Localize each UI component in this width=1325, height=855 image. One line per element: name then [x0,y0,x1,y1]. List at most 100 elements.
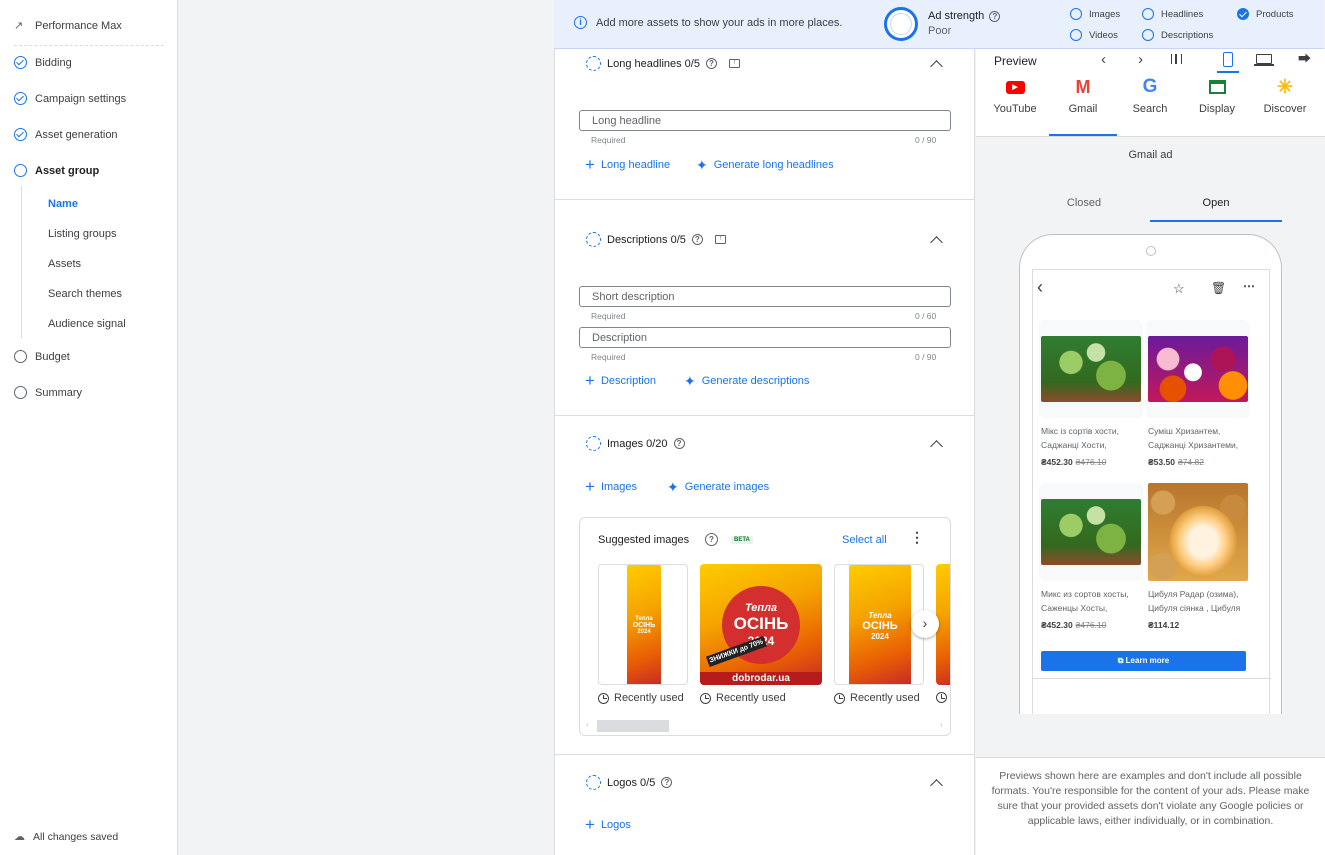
poster-text: 2024 [871,631,889,641]
scrollbar-thumb[interactable] [597,720,669,732]
product-card-2[interactable] [1146,320,1250,418]
help-icon[interactable]: ? [691,234,703,245]
product-title: Суміш Хризантем, [1148,426,1221,436]
checked-circle-icon [1237,8,1249,20]
history-icon [598,692,609,704]
suggested-image-2[interactable]: Тепла ОСІНЬ 2024 ЗНИЖКИ до 70% dobrodar.… [700,564,822,685]
preview-panel: Preview ‹ › ⮕ ▶ YouTube M Gmail G Search… [976,49,1325,855]
add-description-button[interactable]: + Description [585,372,656,389]
channel-display[interactable]: Display [1183,77,1251,115]
substep-name[interactable]: Name [48,198,78,210]
desktop-device-icon[interactable] [1256,54,1272,64]
star-icon[interactable]: ☆ [1173,281,1185,296]
check-descriptions[interactable]: Descriptions [1142,29,1213,41]
back-arrow-icon[interactable]: ‹ [1037,278,1043,296]
check-label: Images [1089,8,1121,20]
substep-listing-groups[interactable]: Listing groups [48,228,117,240]
next-arrow-icon[interactable]: › [1138,52,1143,67]
check-images[interactable]: Images [1070,8,1120,20]
help-icon[interactable]: ? [705,533,718,546]
empty-circle-icon [14,350,27,363]
description-input[interactable]: Description [579,327,951,348]
channel-search[interactable]: G Search [1116,76,1184,115]
long-headline-input[interactable]: Long headline [579,110,951,131]
tab-open[interactable]: Open [1150,197,1282,209]
select-all-button[interactable]: Select all [842,534,887,546]
more-horiz-icon[interactable]: ⋯ [1243,279,1255,294]
substep-search-themes[interactable]: Search themes [48,288,122,300]
add-long-headline-button[interactable]: + Long headline [585,156,670,173]
horizontal-scrollbar[interactable]: ‹ › [580,716,950,735]
check-videos[interactable]: Videos [1070,29,1118,41]
tab-closed[interactable]: Closed [1050,197,1118,209]
sidebar-item-bidding[interactable]: Bidding [14,56,72,69]
columns-icon[interactable] [1171,54,1182,64]
product-card-4[interactable] [1146,483,1250,581]
share-icon[interactable]: ⮕ [1298,51,1311,66]
prev-arrow-icon[interactable]: ‹ [1101,52,1106,67]
recently-used-label: Recently used [598,692,684,704]
help-icon[interactable]: ? [673,438,685,449]
product-image [1041,499,1141,565]
generate-descriptions-button[interactable]: ✦ Generate descriptions [684,374,810,388]
collapse-chevron-icon[interactable] [930,440,943,453]
scroll-right-icon[interactable]: › [940,720,943,729]
progress-ring-icon [586,56,601,71]
sidebar-item-asset-group[interactable]: Asset group [14,164,99,177]
add-images-button[interactable]: + Images [585,478,638,495]
generate-images-button[interactable]: ✦ Generate images [667,480,770,494]
help-icon[interactable]: ? [705,58,717,69]
check-headlines[interactable]: Headlines [1142,8,1203,20]
help-icon[interactable]: ? [661,777,673,788]
price-old: ₴476.10 [1075,457,1107,467]
sidebar-item-label: Asset group [35,164,100,177]
check-products[interactable]: Products [1237,8,1294,20]
active-tab-indicator [1150,220,1282,222]
check-circle-icon [14,128,27,141]
trend-icon: ↗ [14,20,24,32]
feedback-icon[interactable]: ! [728,59,740,68]
sidebar-item-summary[interactable]: Summary [14,386,82,399]
channel-youtube[interactable]: ▶ YouTube [981,77,1049,115]
more-vert-icon[interactable]: ⋮ [910,529,924,546]
channel-gmail[interactable]: M Gmail [1049,77,1117,116]
collapse-chevron-icon[interactable] [930,779,943,792]
required-hint: Required [591,311,626,321]
sidebar-item-asset-generation[interactable]: Asset generation [14,128,118,141]
next-chevron-icon[interactable]: › [911,610,939,638]
learn-more-button[interactable]: ⧉ Learn more [1041,651,1246,671]
add-logos-button[interactable]: + Logos [585,816,631,833]
section-divider [555,754,974,755]
phone-screen: ‹ ☆ 🗑 ⋯ Мікс із сортів хости, Саджанці Х… [1032,269,1271,714]
sidebar-item-campaign-type[interactable]: ↗ Performance Max [14,19,122,33]
product-card-1[interactable] [1039,320,1143,418]
collapse-chevron-icon[interactable] [930,236,943,249]
short-description-input[interactable]: Short description [579,286,951,307]
mobile-device-icon[interactable] [1223,52,1233,67]
sidebar-item-campaign-settings[interactable]: Campaign settings [14,92,126,105]
channel-label: YouTube [993,103,1037,115]
substep-assets[interactable]: Assets [48,258,81,270]
link-label: Generate descriptions [701,375,810,387]
trash-icon[interactable]: 🗑 [1211,281,1226,296]
char-counter: 0 / 60 [915,311,937,321]
help-icon[interactable]: ? [989,10,1001,22]
substep-audience-signal[interactable]: Audience signal [48,318,126,330]
scroll-left-icon[interactable]: ‹ [586,720,589,729]
suggested-image-1[interactable]: Тепла ОСІНЬ 2024 [598,564,688,685]
required-hint: Required [591,135,626,145]
sidebar-item-budget[interactable]: Budget [14,350,70,363]
product-card-3[interactable] [1039,483,1143,581]
current-step-icon [14,164,27,177]
channel-discover[interactable]: ✳ Discover [1251,77,1319,116]
generate-long-headlines-button[interactable]: ✦ Generate long headlines [696,158,834,172]
info-icon: i [574,16,587,29]
feedback-icon[interactable]: ! [714,235,726,244]
disclaimer-box: Previews shown here are examples and don… [976,757,1325,855]
collapse-chevron-icon[interactable] [930,60,943,73]
save-status-text: All changes saved [33,830,119,843]
sidebar-divider [14,45,164,46]
logos-header: Logos 0/5 ? [586,775,673,790]
link-label: Images [600,481,638,493]
link-label: Generate images [684,481,770,493]
